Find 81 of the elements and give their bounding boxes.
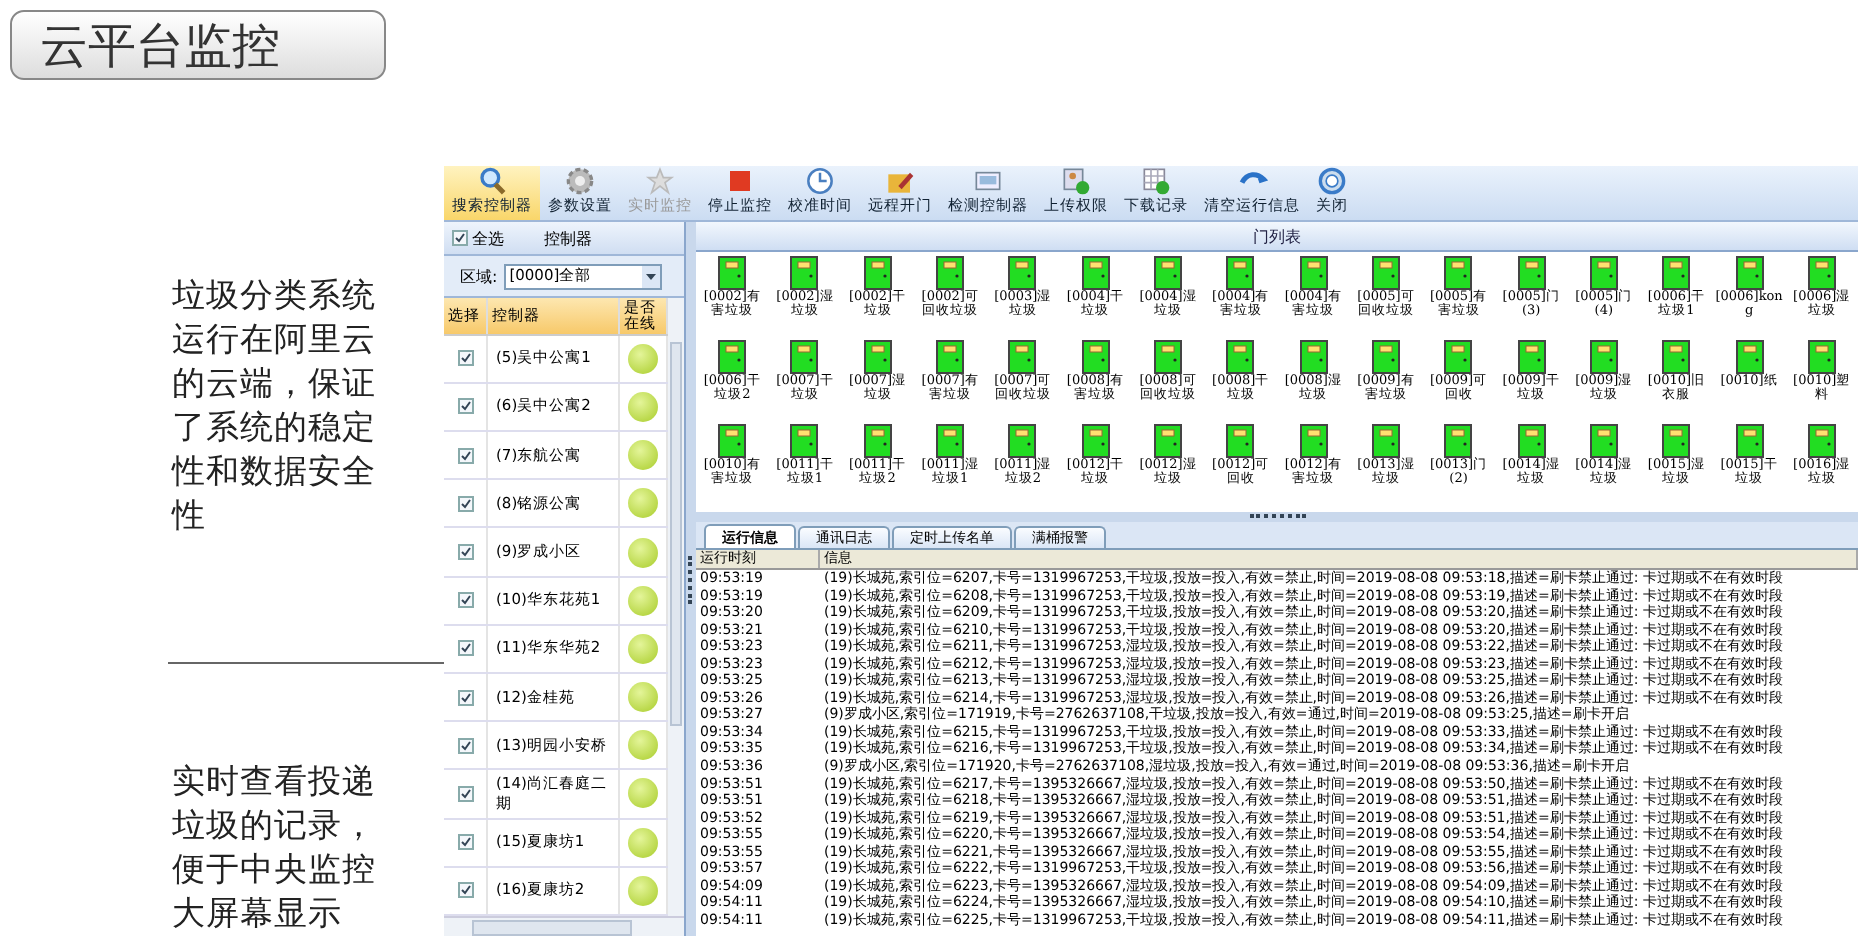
- door-icon[interactable]: [863, 424, 892, 458]
- door-icon[interactable]: [1081, 256, 1110, 290]
- door-icon[interactable]: [790, 340, 819, 374]
- checkbox[interactable]: [457, 495, 473, 512]
- door-icon[interactable]: [1444, 256, 1473, 290]
- door-icon[interactable]: [1081, 340, 1110, 374]
- checkbox[interactable]: [457, 834, 473, 851]
- door-icon[interactable]: [936, 340, 965, 374]
- checkbox[interactable]: [457, 447, 473, 464]
- door-icon[interactable]: [1299, 340, 1328, 374]
- description-text: 垃圾分类系统运行在阿里云的云端，保证了系统的稳定性和数据安全性: [172, 274, 378, 538]
- checkbox[interactable]: [457, 544, 473, 561]
- door-icon[interactable]: [1226, 340, 1255, 374]
- checkbox[interactable]: [457, 592, 473, 609]
- door-icon[interactable]: [936, 424, 965, 458]
- door-icon[interactable]: [1735, 256, 1764, 290]
- door-icon[interactable]: [1154, 424, 1183, 458]
- door-icon[interactable]: [1299, 256, 1328, 290]
- door-icon[interactable]: [718, 340, 747, 374]
- description-text: 实时查看投递垃圾的记录，便于中央监控大屏幕显示: [172, 760, 378, 936]
- splitter-handle[interactable]: [686, 222, 696, 936]
- door-icon[interactable]: [1517, 340, 1546, 374]
- door-icon[interactable]: [1371, 424, 1400, 458]
- door-icon[interactable]: [1589, 424, 1618, 458]
- door-icon[interactable]: [1589, 256, 1618, 290]
- door-icon[interactable]: [863, 340, 892, 374]
- door-icon[interactable]: [1662, 256, 1691, 290]
- clock-icon: [804, 166, 836, 196]
- section-title: 门列表: [696, 222, 1858, 252]
- door-icon[interactable]: [1444, 340, 1473, 374]
- door-icon[interactable]: [936, 256, 965, 290]
- door-icon[interactable]: [1226, 256, 1255, 290]
- door-icon[interactable]: [1008, 340, 1037, 374]
- caret-icon: [645, 273, 656, 279]
- door-icon[interactable]: [1226, 424, 1255, 458]
- splitter-handle[interactable]: [696, 512, 1858, 522]
- checkbox[interactable]: [457, 640, 473, 657]
- door-icon[interactable]: [1081, 424, 1110, 458]
- checkbox[interactable]: [457, 785, 473, 802]
- door-icon[interactable]: [1807, 340, 1836, 374]
- door-icon[interactable]: [1154, 256, 1183, 290]
- checkbox[interactable]: [457, 737, 473, 754]
- stop-icon: [724, 166, 756, 196]
- door-icon[interactable]: [1662, 424, 1691, 458]
- door-icon[interactable]: [718, 256, 747, 290]
- door-icon[interactable]: [1735, 424, 1764, 458]
- door-icon[interactable]: [1517, 256, 1546, 290]
- door-icon[interactable]: [1371, 256, 1400, 290]
- checkbox[interactable]: [457, 398, 473, 415]
- checkbox[interactable]: [457, 882, 473, 899]
- panel-title: 控制器: [544, 227, 592, 249]
- door-icon[interactable]: [790, 424, 819, 458]
- table-icon: [1140, 166, 1172, 196]
- door-icon[interactable]: [1735, 340, 1764, 374]
- door-icon[interactable]: [1807, 256, 1836, 290]
- gear-icon: [564, 166, 596, 196]
- door-icon[interactable]: [718, 424, 747, 458]
- checkbox[interactable]: [457, 350, 473, 367]
- door-icon[interactable]: [790, 256, 819, 290]
- door-icon[interactable]: [1008, 256, 1037, 290]
- star-icon: [644, 166, 676, 196]
- door-icon[interactable]: [1008, 424, 1037, 458]
- door-icon[interactable]: [1807, 424, 1836, 458]
- region-label: 区域:: [460, 265, 498, 287]
- page-title: 云平台监控: [10, 10, 386, 80]
- checkbox[interactable]: [457, 689, 473, 706]
- door-icon[interactable]: [1662, 340, 1691, 374]
- door-icon[interactable]: [1589, 340, 1618, 374]
- power-icon: [1316, 166, 1348, 196]
- door-icon[interactable]: [863, 256, 892, 290]
- scrollbar[interactable]: [444, 916, 684, 936]
- checkbox[interactable]: [452, 230, 468, 246]
- door-icon[interactable]: [1517, 424, 1546, 458]
- door-icon[interactable]: [1371, 340, 1400, 374]
- door-icon[interactable]: [1299, 424, 1328, 458]
- id-card-icon: [1060, 166, 1092, 196]
- door-icon[interactable]: [1444, 424, 1473, 458]
- search-icon: [476, 166, 508, 196]
- scrollbar[interactable]: [668, 298, 684, 916]
- door-icon[interactable]: [1154, 340, 1183, 374]
- select-all-label: 全选: [472, 227, 504, 249]
